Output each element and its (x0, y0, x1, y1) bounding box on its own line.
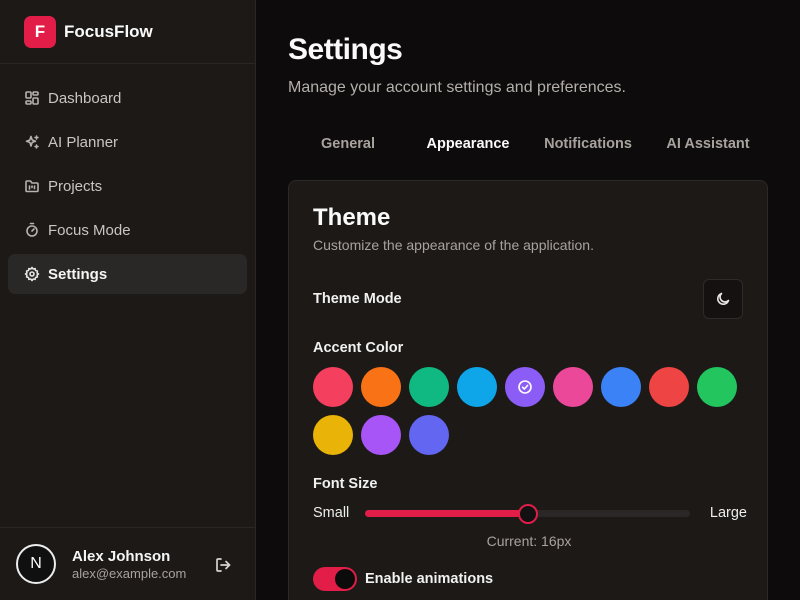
accent-swatch[interactable] (313, 415, 353, 455)
tab-ai-assistant[interactable]: AI Assistant (648, 126, 768, 162)
sidebar-item-label: AI Planner (48, 133, 119, 151)
sidebar-item-ai-planner[interactable]: AI Planner (8, 122, 247, 162)
accent-swatch[interactable] (649, 367, 689, 407)
sidebar-item-projects[interactable]: Projects (8, 166, 247, 206)
animations-toggle[interactable] (313, 567, 357, 591)
moon-icon (715, 291, 731, 307)
brand-logo: F (24, 15, 56, 48)
sidebar: F FocusFlow Dashboard AI Planner Project… (0, 0, 256, 600)
accent-swatch[interactable] (457, 367, 497, 407)
gear-icon (24, 266, 40, 282)
user-profile: N Alex Johnson alex@example.com (0, 527, 256, 600)
font-size-current: Current: 16px (486, 533, 572, 549)
brand[interactable]: F FocusFlow (0, 0, 255, 64)
tab-notifications[interactable]: Notifications (528, 126, 648, 162)
log-out-icon[interactable] (214, 556, 232, 574)
slider-fill (365, 510, 528, 517)
font-size-slider-row: Small Large (313, 503, 747, 525)
sparkles-icon (24, 134, 40, 150)
theme-card-subtitle: Customize the appearance of the applicat… (313, 237, 594, 253)
font-size-max-label: Large (709, 505, 747, 521)
animations-label: Enable animations (365, 571, 494, 587)
accent-swatch[interactable] (313, 367, 353, 407)
font-size-min-label: Small (313, 505, 350, 521)
user-info: Alex Johnson alex@example.com (72, 548, 186, 581)
user-email: alex@example.com (72, 565, 187, 581)
accent-swatch[interactable] (601, 367, 641, 407)
accent-swatch[interactable] (505, 367, 545, 407)
layout-dashboard-icon (24, 90, 40, 106)
tab-general[interactable]: General (288, 126, 408, 162)
accent-swatch[interactable] (361, 367, 401, 407)
sidebar-item-dashboard[interactable]: Dashboard (8, 78, 247, 118)
accent-color-label: Accent Color (313, 340, 404, 356)
tab-appearance[interactable]: Appearance (408, 126, 528, 162)
accent-swatch[interactable] (361, 415, 401, 455)
timer-icon (24, 222, 40, 238)
sidebar-item-label: Settings (48, 265, 108, 283)
page-subtitle: Manage your account settings and prefere… (288, 79, 626, 96)
sidebar-item-settings[interactable]: Settings (8, 254, 247, 294)
sidebar-nav: Dashboard AI Planner Projects Focus Mode… (0, 64, 255, 294)
slider-thumb[interactable] (517, 504, 538, 524)
theme-mode-toggle[interactable] (703, 279, 743, 319)
sidebar-item-label: Dashboard (48, 89, 122, 107)
accent-swatch[interactable] (409, 367, 449, 407)
page-title: Settings (288, 33, 403, 66)
sidebar-item-focus-mode[interactable]: Focus Mode (8, 210, 247, 250)
user-name: Alex Johnson (72, 547, 171, 565)
sidebar-item-label: Projects (48, 177, 103, 195)
accent-swatch[interactable] (697, 367, 737, 407)
accent-swatch[interactable] (553, 367, 593, 407)
main-content: Settings Manage your account settings an… (256, 0, 800, 600)
theme-card: Theme Customize the appearance of the ap… (288, 180, 768, 600)
theme-mode-label: Theme Mode (313, 291, 402, 307)
toggle-knob (335, 569, 355, 589)
theme-card-title: Theme (313, 204, 391, 231)
folder-kanban-icon (24, 178, 40, 194)
avatar[interactable]: N (16, 544, 56, 584)
font-size-slider[interactable] (365, 504, 690, 524)
font-size-label: Font Size (313, 476, 378, 492)
check-circle-icon (517, 379, 533, 395)
sidebar-item-label: Focus Mode (48, 221, 131, 239)
brand-name: FocusFlow (64, 21, 153, 41)
accent-swatch[interactable] (409, 415, 449, 455)
settings-tabs: General Appearance Notifications AI Assi… (288, 126, 768, 162)
